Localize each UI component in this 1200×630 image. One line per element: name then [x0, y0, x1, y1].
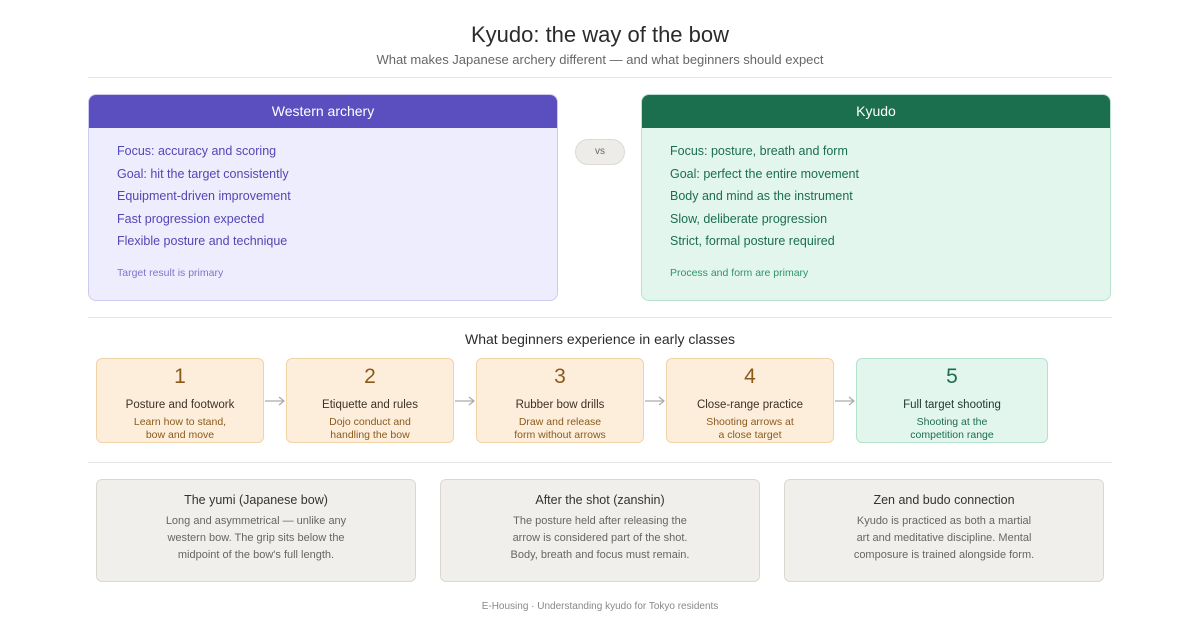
list-item: Strict, formal posture required	[670, 234, 835, 248]
step-name: Etiquette and rules	[322, 399, 418, 411]
list-item: Equipment-driven improvement	[117, 189, 291, 203]
kyudo-panel-note: Process and form are primary	[670, 267, 809, 279]
step-card-4: 4 Close-range practice Shooting arrows a…	[666, 358, 834, 443]
footer-credit: E-Housing · Understanding kyudo for Toky…	[481, 601, 719, 612]
arrow-right-icon	[265, 396, 285, 406]
info-card-text: Kyudo is practiced as both a martial art…	[853, 515, 1035, 561]
list-item: Goal: hit the target consistently	[117, 166, 289, 181]
list-item: Focus: posture, breath and form	[670, 144, 848, 158]
info-card-title: The yumi (Japanese bow)	[184, 493, 328, 507]
list-item: Fast progression expected	[117, 211, 265, 226]
vs-badge: vs	[575, 139, 625, 165]
step-number: 2	[364, 365, 376, 388]
info-card-title: After the shot (zanshin)	[535, 493, 665, 507]
step-number: 5	[946, 365, 958, 388]
step-description: Dojo conduct and handling the bow	[329, 416, 411, 441]
step-card-3: 3 Rubber bow drills Draw and release for…	[476, 358, 644, 443]
step-description: Shooting at the competition range	[910, 416, 994, 441]
step-card-5: 5 Full target shooting Shooting at the c…	[856, 358, 1048, 443]
info-card-zen: Zen and budo connection Kyudo is practic…	[784, 479, 1104, 582]
step-name: Rubber bow drills	[515, 399, 605, 411]
page-subtitle: What makes Japanese archery different — …	[376, 52, 824, 67]
info-card-zanshin: After the shot (zanshin) The posture hel…	[440, 479, 760, 582]
list-item: Body and mind as the instrument	[670, 189, 853, 203]
list-item: Focus: accuracy and scoring	[117, 144, 277, 158]
kyudo-panel-header: Kyudo	[642, 95, 1110, 128]
page-title: Kyudo: the way of the bow	[470, 22, 730, 47]
step-description: Shooting arrows at a close target	[706, 416, 794, 441]
step-card-2: 2 Etiquette and rules Dojo conduct and h…	[286, 358, 454, 443]
step-card-1: 1 Posture and footwork Learn how to stan…	[96, 358, 264, 443]
step-name: Full target shooting	[903, 399, 1001, 411]
step-description: Draw and release form without arrows	[514, 416, 606, 441]
arrow-right-icon	[455, 396, 475, 406]
arrow-right-icon	[645, 396, 665, 406]
info-card-title: Zen and budo connection	[873, 493, 1015, 507]
western-archery-panel: Western archery Focus: accuracy and scor…	[88, 94, 558, 301]
step-number: 1	[174, 365, 186, 388]
step-number: 4	[744, 365, 756, 388]
info-card-text: The posture held after releasing the arr…	[510, 515, 690, 561]
step-name: Posture and footwork	[125, 399, 235, 411]
arrow-right-icon	[835, 396, 855, 406]
divider	[88, 77, 1112, 78]
info-card-text: Long and asymmetrical — unlike any weste…	[165, 515, 347, 561]
steps-section-title: What beginners experience in early class…	[464, 331, 736, 347]
step-number: 3	[554, 365, 566, 388]
step-name: Close-range practice	[696, 399, 804, 411]
kyudo-panel: Kyudo Focus: posture, breath and form Go…	[641, 94, 1111, 301]
western-panel-note: Target result is primary	[117, 267, 224, 279]
divider	[88, 317, 1112, 318]
list-item: Goal: perfect the entire movement	[670, 166, 859, 181]
western-feature-list: Focus: accuracy and scoring Goal: hit th…	[89, 128, 557, 253]
kyudo-feature-list: Focus: posture, breath and form Goal: pe…	[642, 128, 1110, 253]
list-item: Slow, deliberate progression	[670, 211, 828, 226]
western-panel-header: Western archery	[89, 95, 557, 128]
info-card-yumi: The yumi (Japanese bow) Long and asymmet…	[96, 479, 416, 582]
list-item: Flexible posture and technique	[117, 234, 288, 248]
step-description: Learn how to stand, bow and move	[133, 416, 227, 441]
divider	[88, 462, 1112, 463]
